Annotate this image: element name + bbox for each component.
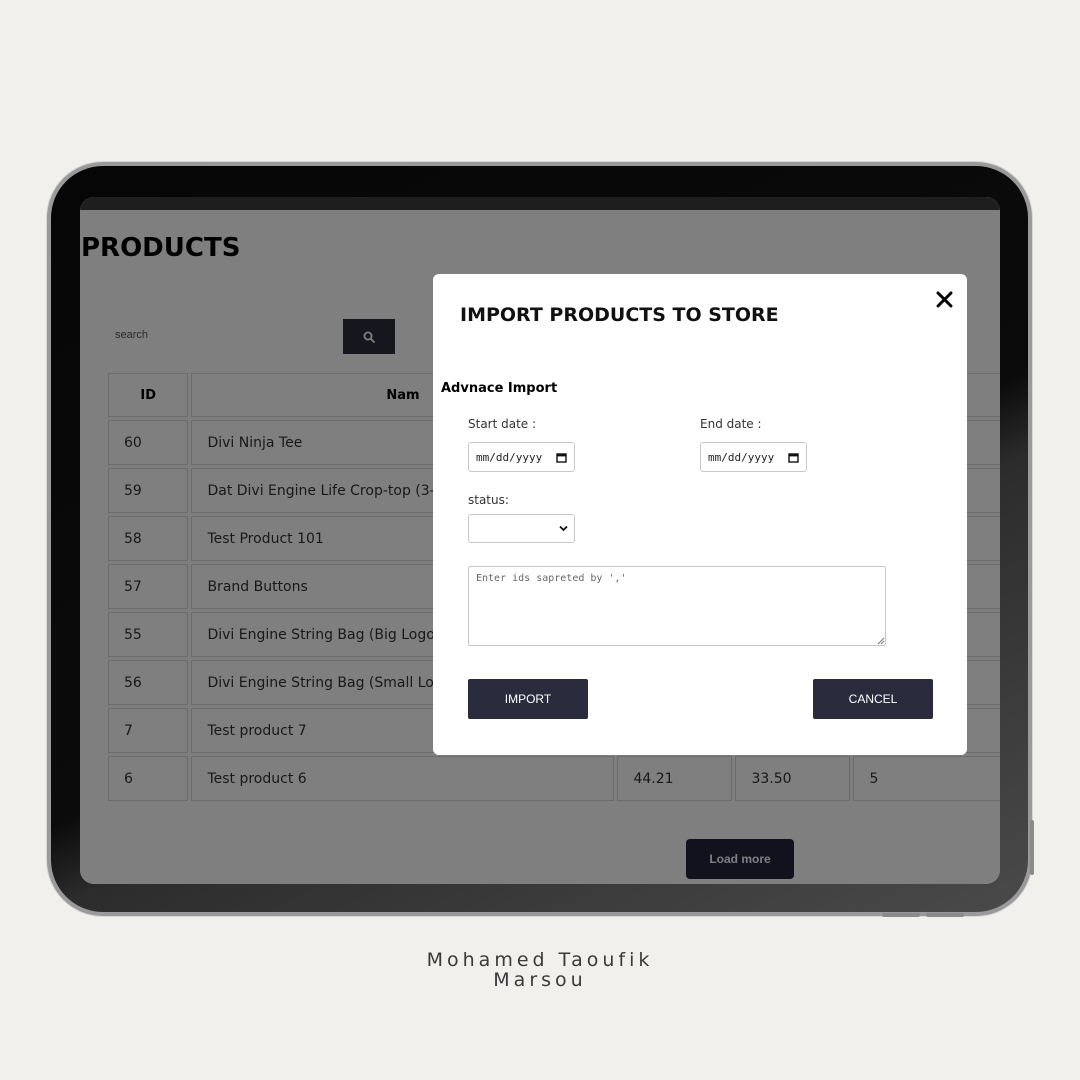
author-name-line-1: Mohamed Taoufik [426, 949, 654, 971]
screen-top-bar [80, 197, 1000, 210]
start-date-value: mm/dd/yyyy [476, 450, 543, 464]
end-date-input[interactable]: mm/dd/yyyy [700, 442, 807, 472]
modal-title: IMPORT PRODUCTS TO STORE [460, 304, 779, 326]
chevron-down-icon [559, 525, 568, 532]
author-name-line-2: Marsou [493, 969, 587, 991]
ids-textarea[interactable] [468, 566, 886, 646]
author-credit: Mohamed Taoufik Marsou [0, 950, 1080, 990]
close-icon [936, 291, 952, 307]
close-button[interactable] [933, 288, 955, 310]
tablet-bottom-button-2 [926, 913, 964, 917]
end-date-label: End date : [700, 417, 762, 431]
import-modal: IMPORT PRODUCTS TO STORE Advnace Import … [433, 274, 967, 755]
tablet-side-button [1030, 820, 1034, 875]
status-select[interactable] [468, 514, 575, 543]
start-date-input[interactable]: mm/dd/yyyy [468, 442, 575, 472]
calendar-icon [556, 452, 567, 463]
tablet-screen: PRODUCTS ID Nam ty 60 Divi [80, 197, 1000, 884]
advanced-import-heading: Advnace Import [441, 381, 558, 396]
resize-grip-icon[interactable] [877, 637, 885, 645]
import-button[interactable]: IMPORT [468, 679, 588, 719]
tablet-bottom-button-1 [882, 913, 920, 917]
cancel-button[interactable]: CANCEL [813, 679, 933, 719]
start-date-label: Start date : [468, 417, 537, 431]
calendar-icon [788, 452, 799, 463]
end-date-value: mm/dd/yyyy [708, 450, 775, 464]
status-label: status: [468, 493, 509, 507]
